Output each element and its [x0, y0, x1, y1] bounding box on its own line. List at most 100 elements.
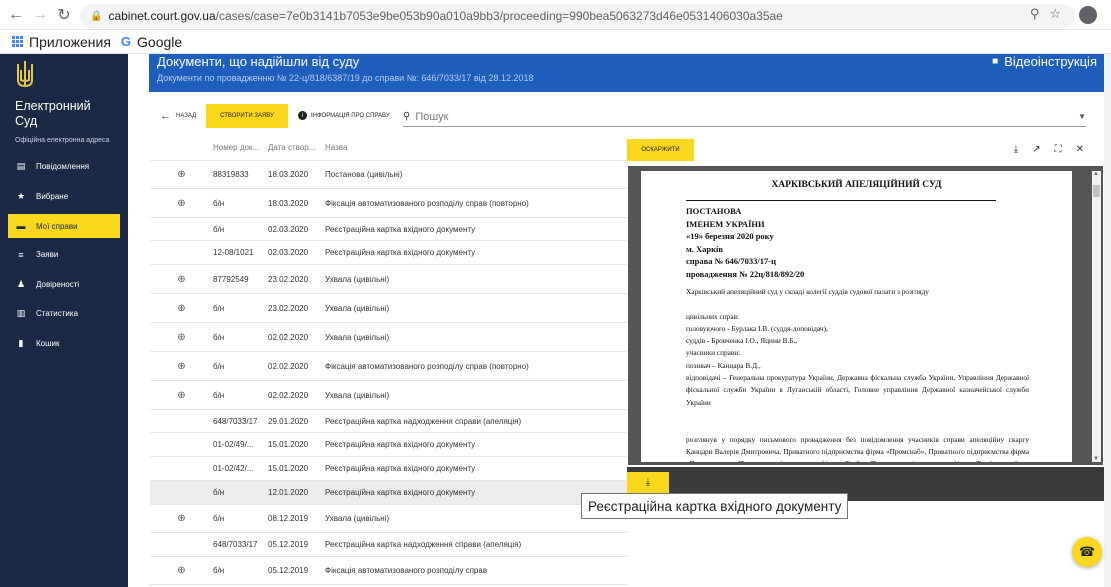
download-icon[interactable]: ⤓ — [1014, 144, 1018, 155]
sidebar-item-label: Мої справи — [36, 221, 78, 231]
chevron-down-icon[interactable]: ▼ — [1078, 112, 1086, 121]
close-icon[interactable]: ✕ — [1076, 144, 1084, 155]
sidebar-item[interactable]: ♟ Довіреності — [0, 270, 128, 300]
attachment-icon[interactable]: ⊕ — [177, 332, 185, 343]
document-name: Фіксація автоматизованого розподілу спра… — [325, 566, 488, 575]
column-header-name[interactable]: Назва — [325, 143, 627, 152]
sidebar-item[interactable]: ▬ Мої справи — [8, 214, 120, 238]
attachment-icon[interactable]: ⊕ — [177, 303, 185, 314]
table-row[interactable]: б/н 12.01.2020 Реєстраційна картка вхідног… — [150, 481, 627, 505]
appeal-button[interactable]: ОСКАРЖИТИ — [627, 139, 694, 161]
profile-avatar[interactable] — [1079, 6, 1097, 24]
table-row[interactable]: 12-08/1021 02.03.2020 Реєстраційна картка … — [150, 241, 627, 265]
address-bar[interactable]: 🔒 cabinet.court.gov.ua/cases/case=7e0b31… — [80, 4, 1075, 28]
attachment-icon[interactable]: ⊕ — [177, 390, 185, 401]
table-row[interactable]: ⊕ б/н 02.02.2020 Ухвала (цивільні) — [150, 323, 627, 352]
case-info-button[interactable]: i ІНФОРМАЦІЯ ПРО СПРАВУ — [298, 111, 390, 120]
sidebar-item[interactable]: ≡ Заяви — [0, 240, 128, 270]
attachment-icon[interactable]: ⊕ — [177, 198, 185, 209]
table-row[interactable]: ⊕ б/н 02.02.2020 Фіксація автоматизованого … — [150, 352, 627, 381]
sidebar-item-label: Статистика — [36, 309, 79, 319]
sidebar-item[interactable]: ▮ Кошик — [0, 329, 128, 359]
table-row[interactable]: ⊕ б/н 02.02.2020 Ухвала (цивільні) — [150, 381, 627, 410]
fullscreen-icon[interactable]: ⛶ — [1055, 144, 1062, 155]
table-row[interactable]: ⊕ б/н 23.02.2020 Ухвала (цивільні) — [150, 294, 627, 323]
stats-icon: ▥ — [16, 308, 26, 319]
attachment-icon[interactable]: ⊕ — [177, 361, 185, 372]
bookmark-label: Приложения — [29, 33, 111, 50]
table-row[interactable]: б/н 02.03.2020 Реєстраційна картка вхідног… — [150, 218, 627, 241]
column-header-number[interactable]: Номер док... — [213, 143, 268, 152]
document-page: ХАРКІВСЬКИЙ АПЕЛЯЦІЙНИЙ СУД ПОСТАНОВА ІМЕ… — [641, 171, 1072, 462]
sidebar-menu: ▤ Повідомлення ★ Вибране ▬ Мої справи ≡ Заяви ♟ Д… — [0, 152, 128, 358]
table-row[interactable]: 01-02/49/... 15.01.2020 Реєстраційна картк… — [150, 433, 627, 457]
document-number: 01-02/49/... — [213, 440, 254, 449]
back-arrow-icon[interactable]: ← — [4, 3, 28, 27]
tooltip: Реєстраційна картка вхідного документу — [581, 493, 849, 519]
open-external-icon[interactable]: ↗ — [1032, 144, 1040, 155]
document-date: 23.02.2020 — [268, 303, 309, 313]
sidebar-item[interactable]: ▤ Повідомлення — [0, 152, 128, 182]
scroll-up-icon[interactable]: ▲ — [1093, 171, 1099, 177]
create-application-button[interactable]: СТВОРИТИ ЗАЯВУ — [206, 104, 288, 128]
page-scrollbar[interactable] — [1104, 54, 1111, 587]
video-camera-icon: ■ — [992, 56, 999, 67]
document-heading-line: справа № 646/7033/17-ц — [686, 256, 776, 266]
document-paragraph: Харківський апеляційний суд у складі кол… — [686, 287, 929, 296]
page-title: Документи, що надійшли від суду — [157, 54, 360, 69]
table-row[interactable]: 648/7033/17 05.12.2019 Реєстраційна картка… — [150, 533, 627, 557]
video-instruction-link[interactable]: ■ Відеоінструкція — [992, 54, 1097, 69]
document-heading-line: ПОСТАНОВА — [686, 206, 742, 216]
document-name: Реєстраційна картка надходження справи (… — [325, 416, 522, 426]
document-paragraph: суддів - Бровченка І.О., Яцини В.Б., — [686, 336, 798, 346]
attachment-icon[interactable]: ⊕ — [177, 565, 185, 576]
document-paragraph: позивач – Канцара В.Д., — [686, 360, 761, 370]
document-date: 18.03.2020 — [268, 170, 309, 179]
document-date: 15.01.2020 — [268, 464, 309, 473]
scroll-down-icon[interactable]: ▼ — [1093, 456, 1099, 462]
sidebar-item-label: Вибране — [36, 191, 69, 201]
info-icon: i — [298, 111, 307, 120]
document-name: Фіксація автоматизованого розподілу спра… — [325, 361, 529, 371]
table-row[interactable]: ⊕ б/н 05.12.2019 Фіксація автоматизованого … — [150, 557, 627, 585]
table-row[interactable]: 648/7033/17 29.01.2020 Реєстраційна картка… — [150, 410, 627, 433]
bookmark-google[interactable]: G Google — [121, 34, 182, 50]
bookmark-star-icon[interactable]: ☆ — [1049, 6, 1061, 22]
download-icon: ⤓ — [645, 477, 651, 488]
scroll-thumb[interactable] — [1093, 185, 1100, 197]
table-row[interactable]: ⊕ 88319833 18.03.2020 Постанова (цивільні) — [150, 161, 627, 189]
sidebar-item[interactable]: ▥ Статистика — [0, 299, 128, 329]
document-paragraph — [686, 421, 1029, 433]
download-button[interactable]: ⤓ — [627, 472, 669, 493]
call-support-button[interactable]: ☎ — [1072, 537, 1102, 567]
search-input[interactable]: ⚲ Пошук ▼ — [403, 107, 1086, 127]
attachment-icon[interactable]: ⊕ — [177, 169, 185, 180]
document-paragraph: головуючого - Бурлака І.В. (суддя-допові… — [686, 323, 828, 333]
table-row[interactable]: ⊕ б/н 08.12.2019 Ухвала (цивільні) — [150, 505, 627, 533]
forward-arrow-icon[interactable]: → — [28, 3, 52, 27]
document-date: 02.02.2020 — [268, 332, 309, 342]
attachment-icon[interactable]: ⊕ — [177, 274, 185, 285]
table-row[interactable]: ⊕ 87792549 23.02.2020 Ухвала (цивільні) — [150, 265, 627, 294]
document-number: б/н — [213, 566, 225, 575]
sidebar-item[interactable]: ★ Вибране — [0, 182, 128, 212]
document-heading-line: м. Харків — [686, 243, 724, 254]
bookmark-apps[interactable]: Приложения — [12, 34, 111, 50]
zoom-icon[interactable]: ⚲ — [1030, 6, 1040, 22]
attachment-icon[interactable]: ⊕ — [177, 513, 185, 524]
document-name: Ухвала (цивільні) — [325, 303, 390, 313]
document-number: б/н — [213, 488, 225, 497]
reload-icon[interactable]: ↻ — [52, 3, 76, 27]
table-row[interactable]: ⊕ б/н 18.03.2020 Фіксація автоматизованого … — [150, 189, 627, 218]
document-date: 18.03.2020 — [268, 198, 309, 208]
document-number: б/н — [213, 224, 225, 234]
apps-grid-icon — [12, 36, 23, 47]
document-date: 15.01.2020 — [268, 440, 309, 449]
column-header-date[interactable]: Дата створ... — [268, 143, 325, 152]
document-name: Ухвала (цивільні) — [325, 390, 390, 400]
table-row[interactable]: 01-02/42/... 15.01.2020 Реєстраційна картк… — [150, 457, 627, 481]
url-path: /cases/case=7e0b3141b7053e9be053b90a010a… — [215, 9, 783, 23]
document-scrollbar[interactable]: ▲ ▼ — [1092, 171, 1101, 462]
document-name: Постанова (цивільні) — [325, 170, 403, 179]
back-button[interactable]: ← НАЗАД — [160, 110, 196, 122]
